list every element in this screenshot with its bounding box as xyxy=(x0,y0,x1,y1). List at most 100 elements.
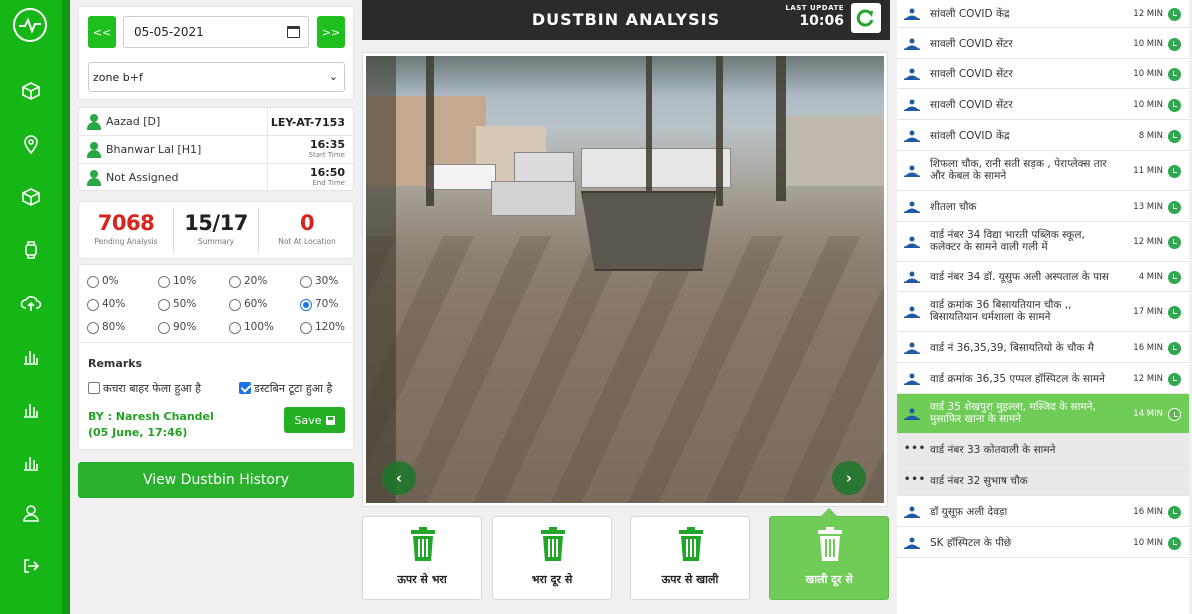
status-tile-selected[interactable]: खाली दूर से xyxy=(769,508,889,600)
location-item[interactable]: SK हॉस्पिटल के पीछे 10 MIN xyxy=(897,527,1189,558)
percent-option[interactable]: 100% xyxy=(229,321,274,334)
location-duration: 4 MIN xyxy=(1138,272,1163,282)
start-time: 16:35 Start Time xyxy=(267,136,353,164)
clock-icon xyxy=(1168,99,1181,112)
status-tile-label: भरा दूर से xyxy=(531,573,573,586)
cloud-upload-icon[interactable] xyxy=(20,292,42,314)
filter-panel: << 05-05-2021 >> zone b+f ⌄ Aazad [D] LE… xyxy=(78,6,355,498)
percent-option[interactable]: 60% xyxy=(229,298,267,311)
staff-name: Aazad [D] xyxy=(106,115,161,128)
location-item[interactable]: सावली COVID सेंटर 10 MIN xyxy=(897,89,1189,120)
collector-icon xyxy=(904,130,920,142)
bar-chart-icon[interactable] xyxy=(20,345,42,367)
stats-card: 7068 Pending Analysis 15/17 Summary 0 No… xyxy=(78,201,354,259)
bar-chart-icon[interactable] xyxy=(20,451,42,473)
collector-icon xyxy=(904,537,920,549)
clock-icon xyxy=(1168,68,1181,81)
date-input[interactable]: 05-05-2021 xyxy=(123,16,309,48)
clock-icon xyxy=(1168,506,1181,519)
collector-icon xyxy=(904,99,920,111)
remark-checkbox[interactable]: कचरा बाहर फेला हुआ है xyxy=(88,381,201,396)
summary-value: 15/17 xyxy=(184,211,248,235)
percent-option[interactable]: 50% xyxy=(158,298,196,311)
person-icon xyxy=(87,114,101,130)
percent-option[interactable]: 20% xyxy=(229,275,267,288)
next-photo-button[interactable]: › xyxy=(832,461,866,495)
percent-option[interactable]: 0% xyxy=(87,275,119,288)
location-item[interactable]: वार्ड नंबर 34 डॉ. यूसुफ अली अस्पताल के प… xyxy=(897,262,1189,292)
trash-icon xyxy=(679,527,703,561)
location-item[interactable]: शीतला चौक 13 MIN xyxy=(897,191,1189,222)
box-icon[interactable] xyxy=(20,186,42,208)
percent-option[interactable]: 120% xyxy=(300,321,345,334)
location-name: शिफला चौक, रानी सती सड़क , पेराप्लेक्स त… xyxy=(930,158,1107,182)
location-duration: 16 MIN xyxy=(1133,507,1163,517)
location-item[interactable]: वार्ड नं 36,35,39, बिसायतियो के चौक मै 16… xyxy=(897,332,1189,363)
pending-analysis-stat[interactable]: 7068 Pending Analysis xyxy=(79,202,173,260)
percent-option[interactable]: 90% xyxy=(158,321,196,334)
staff-row: Aazad [D] LEY-AT-7153 xyxy=(79,108,353,136)
watch-icon[interactable] xyxy=(20,239,42,261)
clock-icon xyxy=(1168,165,1181,178)
analysis-card: 0% 10% 20% 30% 40% 50% 60% 70% 80% 90% 1… xyxy=(78,264,355,450)
percent-option[interactable]: 40% xyxy=(87,298,125,311)
location-duration: 12 MIN xyxy=(1133,237,1163,247)
location-item[interactable]: सांवली COVID केंद्र 12 MIN xyxy=(897,0,1189,28)
vehicle-number: LEY-AT-7153 xyxy=(267,108,353,136)
location-item[interactable]: सावली COVID सेंटर 10 MIN xyxy=(897,59,1189,89)
location-name: वार्ड क्रमांक 36,35 एप्पल हॉस्पिटल के सा… xyxy=(930,373,1105,385)
status-tile[interactable]: भरा दूर से xyxy=(492,516,612,600)
prev-date-button[interactable]: << xyxy=(88,16,116,48)
status-tile-label: खाली दूर से xyxy=(805,573,853,586)
location-duration: 10 MIN xyxy=(1133,69,1163,79)
calendar-icon[interactable] xyxy=(287,26,300,38)
percent-option[interactable]: 10% xyxy=(158,275,196,288)
box-icon[interactable] xyxy=(20,80,42,102)
location-duration: 8 MIN xyxy=(1138,131,1163,141)
status-tile[interactable]: ऊपर से भरा xyxy=(362,516,482,600)
location-duration: 17 MIN xyxy=(1133,307,1163,317)
remark-checkbox[interactable]: डस्टबिन टूटा हुआ है xyxy=(239,381,332,396)
location-item[interactable]: वार्ड क्रमांक 36,35 एप्पल हॉस्पिटल के सा… xyxy=(897,363,1189,394)
collector-icon xyxy=(904,8,920,20)
percent-option[interactable]: 70% xyxy=(300,298,338,311)
location-name: सांवली COVID केंद्र xyxy=(930,8,1010,20)
clock-icon xyxy=(1168,201,1181,214)
prev-photo-button[interactable]: ‹ xyxy=(382,461,416,495)
next-date-button[interactable]: >> xyxy=(317,16,345,48)
percent-option[interactable]: 80% xyxy=(87,321,125,334)
zone-select[interactable]: zone b+f ⌄ xyxy=(88,62,345,92)
trash-icon xyxy=(818,527,842,561)
status-tile-label: ऊपर से खाली xyxy=(661,573,719,586)
view-history-button[interactable]: View Dustbin History xyxy=(78,462,354,498)
save-button[interactable]: Save xyxy=(284,407,345,433)
summary-stat[interactable]: 15/17 Summary xyxy=(174,202,258,260)
refresh-button[interactable] xyxy=(851,3,881,33)
location-item[interactable]: ••• वार्ड नंबर 33 कोतवाली के सामने xyxy=(897,434,1189,465)
location-item[interactable]: डॉ युसूफ़ अली देवड़ा 16 MIN xyxy=(897,496,1189,527)
location-item[interactable]: सावली COVID सेंटर 10 MIN xyxy=(897,28,1189,59)
location-item-selected[interactable]: वार्ड 35 शेखपुरा मुहल्ला, मस्जिद के सामन… xyxy=(897,394,1189,434)
percent-option[interactable]: 30% xyxy=(300,275,338,288)
location-item[interactable]: ••• वार्ड नंबर 32 सुभाष चौक xyxy=(897,465,1189,496)
staff-name: Not Assigned xyxy=(106,171,179,184)
collector-icon xyxy=(904,38,920,50)
location-item[interactable]: सांवली COVID केंद्र 8 MIN xyxy=(897,120,1189,151)
sidebar-edge xyxy=(62,0,70,614)
location-item[interactable]: वार्ड क्रमांक 36 बिसायतियान चौक ,, बिसाय… xyxy=(897,292,1189,332)
collector-icon xyxy=(904,236,920,248)
location-item[interactable]: वार्ड नंबर 34 विद्या भारती पब्लिक स्कूल,… xyxy=(897,222,1189,262)
app-logo-icon[interactable] xyxy=(13,8,47,42)
logout-icon[interactable] xyxy=(20,555,42,577)
location-item[interactable]: शिफला चौक, रानी सती सड़क , पेराप्लेक्स त… xyxy=(897,151,1189,191)
pending-analysis-label: Pending Analysis xyxy=(94,237,158,246)
location-pin-icon[interactable] xyxy=(20,133,42,155)
not-at-location-stat[interactable]: 0 Not At Location xyxy=(259,202,355,260)
zone-row: zone b+f ⌄ xyxy=(79,61,353,101)
collector-icon xyxy=(904,506,920,518)
location-duration: 11 MIN xyxy=(1133,166,1163,176)
bar-chart-icon[interactable] xyxy=(20,398,42,420)
last-update-label: LAST UPDATE xyxy=(785,4,844,12)
status-tile[interactable]: ऊपर से खाली xyxy=(630,516,750,600)
user-icon[interactable] xyxy=(20,502,42,524)
